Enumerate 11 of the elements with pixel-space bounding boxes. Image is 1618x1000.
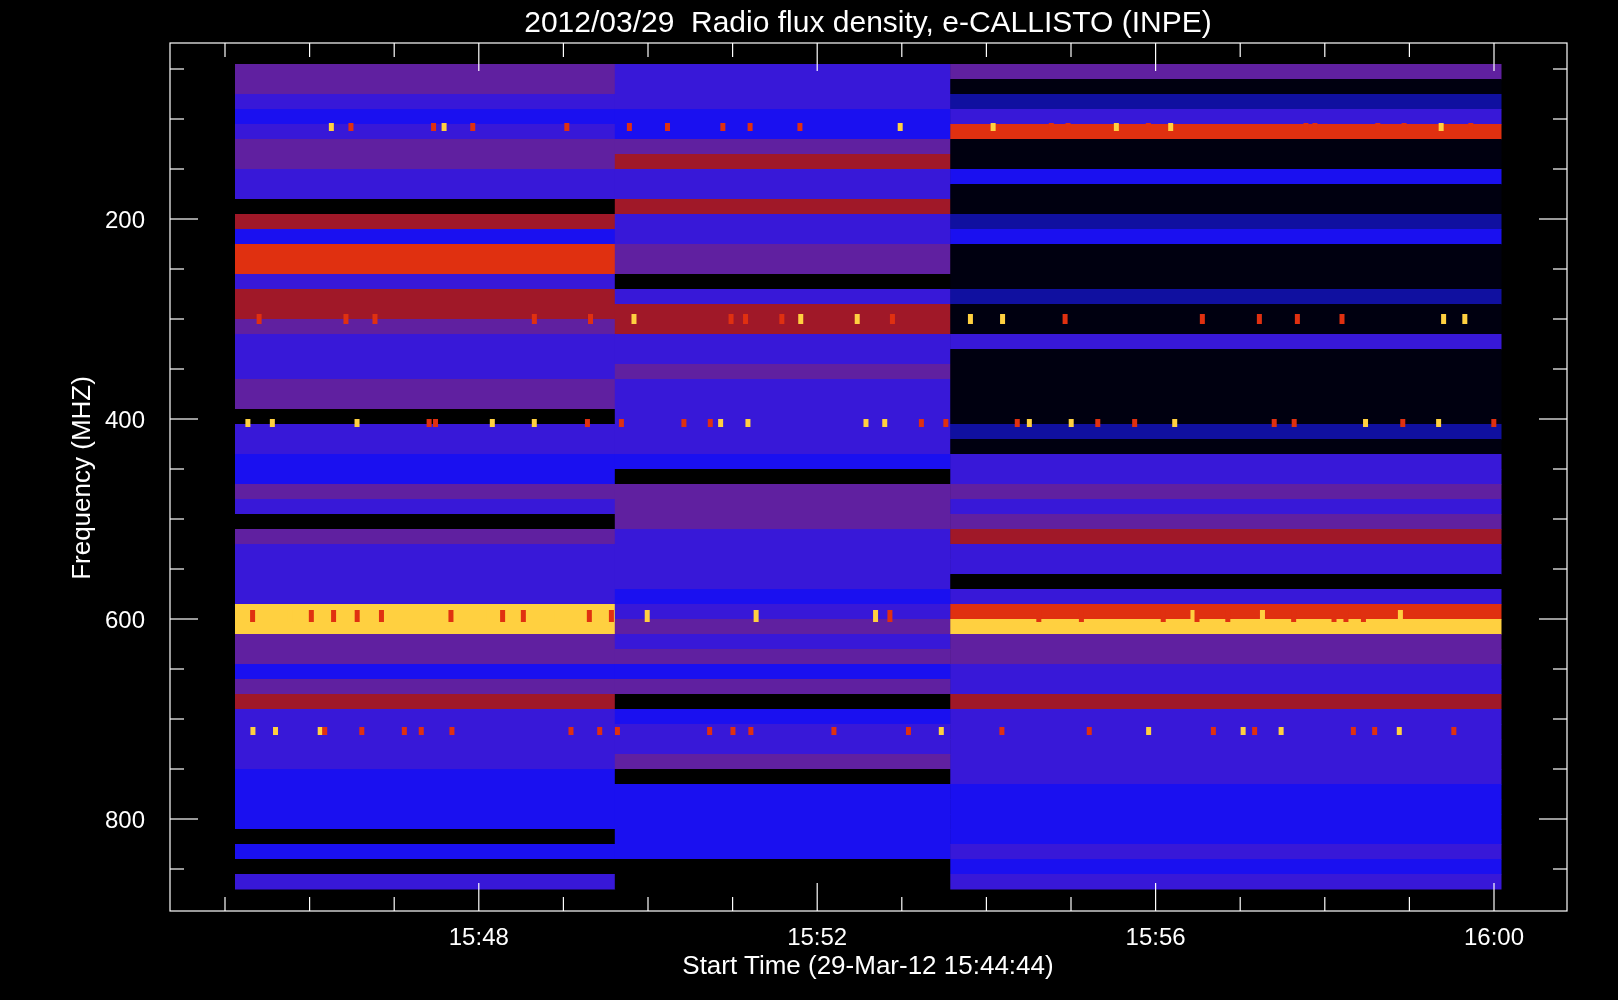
- y-axis-label: Frequency (MHZ): [66, 376, 96, 580]
- y-tick-label: 800: [104, 806, 145, 833]
- x-tick-label: 15:56: [1125, 923, 1186, 950]
- x-tick-label: 15:48: [448, 923, 509, 950]
- x-axis-label: Start Time (29-Mar-12 15:44:44): [682, 950, 1054, 980]
- x-tick-label: 15:52: [787, 923, 848, 950]
- y-tick-label: 600: [104, 606, 145, 633]
- y-tick-label: 200: [104, 206, 145, 233]
- y-tick-label: 400: [104, 406, 145, 433]
- x-tick-label: 16:00: [1463, 923, 1525, 950]
- chart-title: 2012/03/29 Radio flux density, e-CALLISTO (INPE): [524, 5, 1212, 38]
